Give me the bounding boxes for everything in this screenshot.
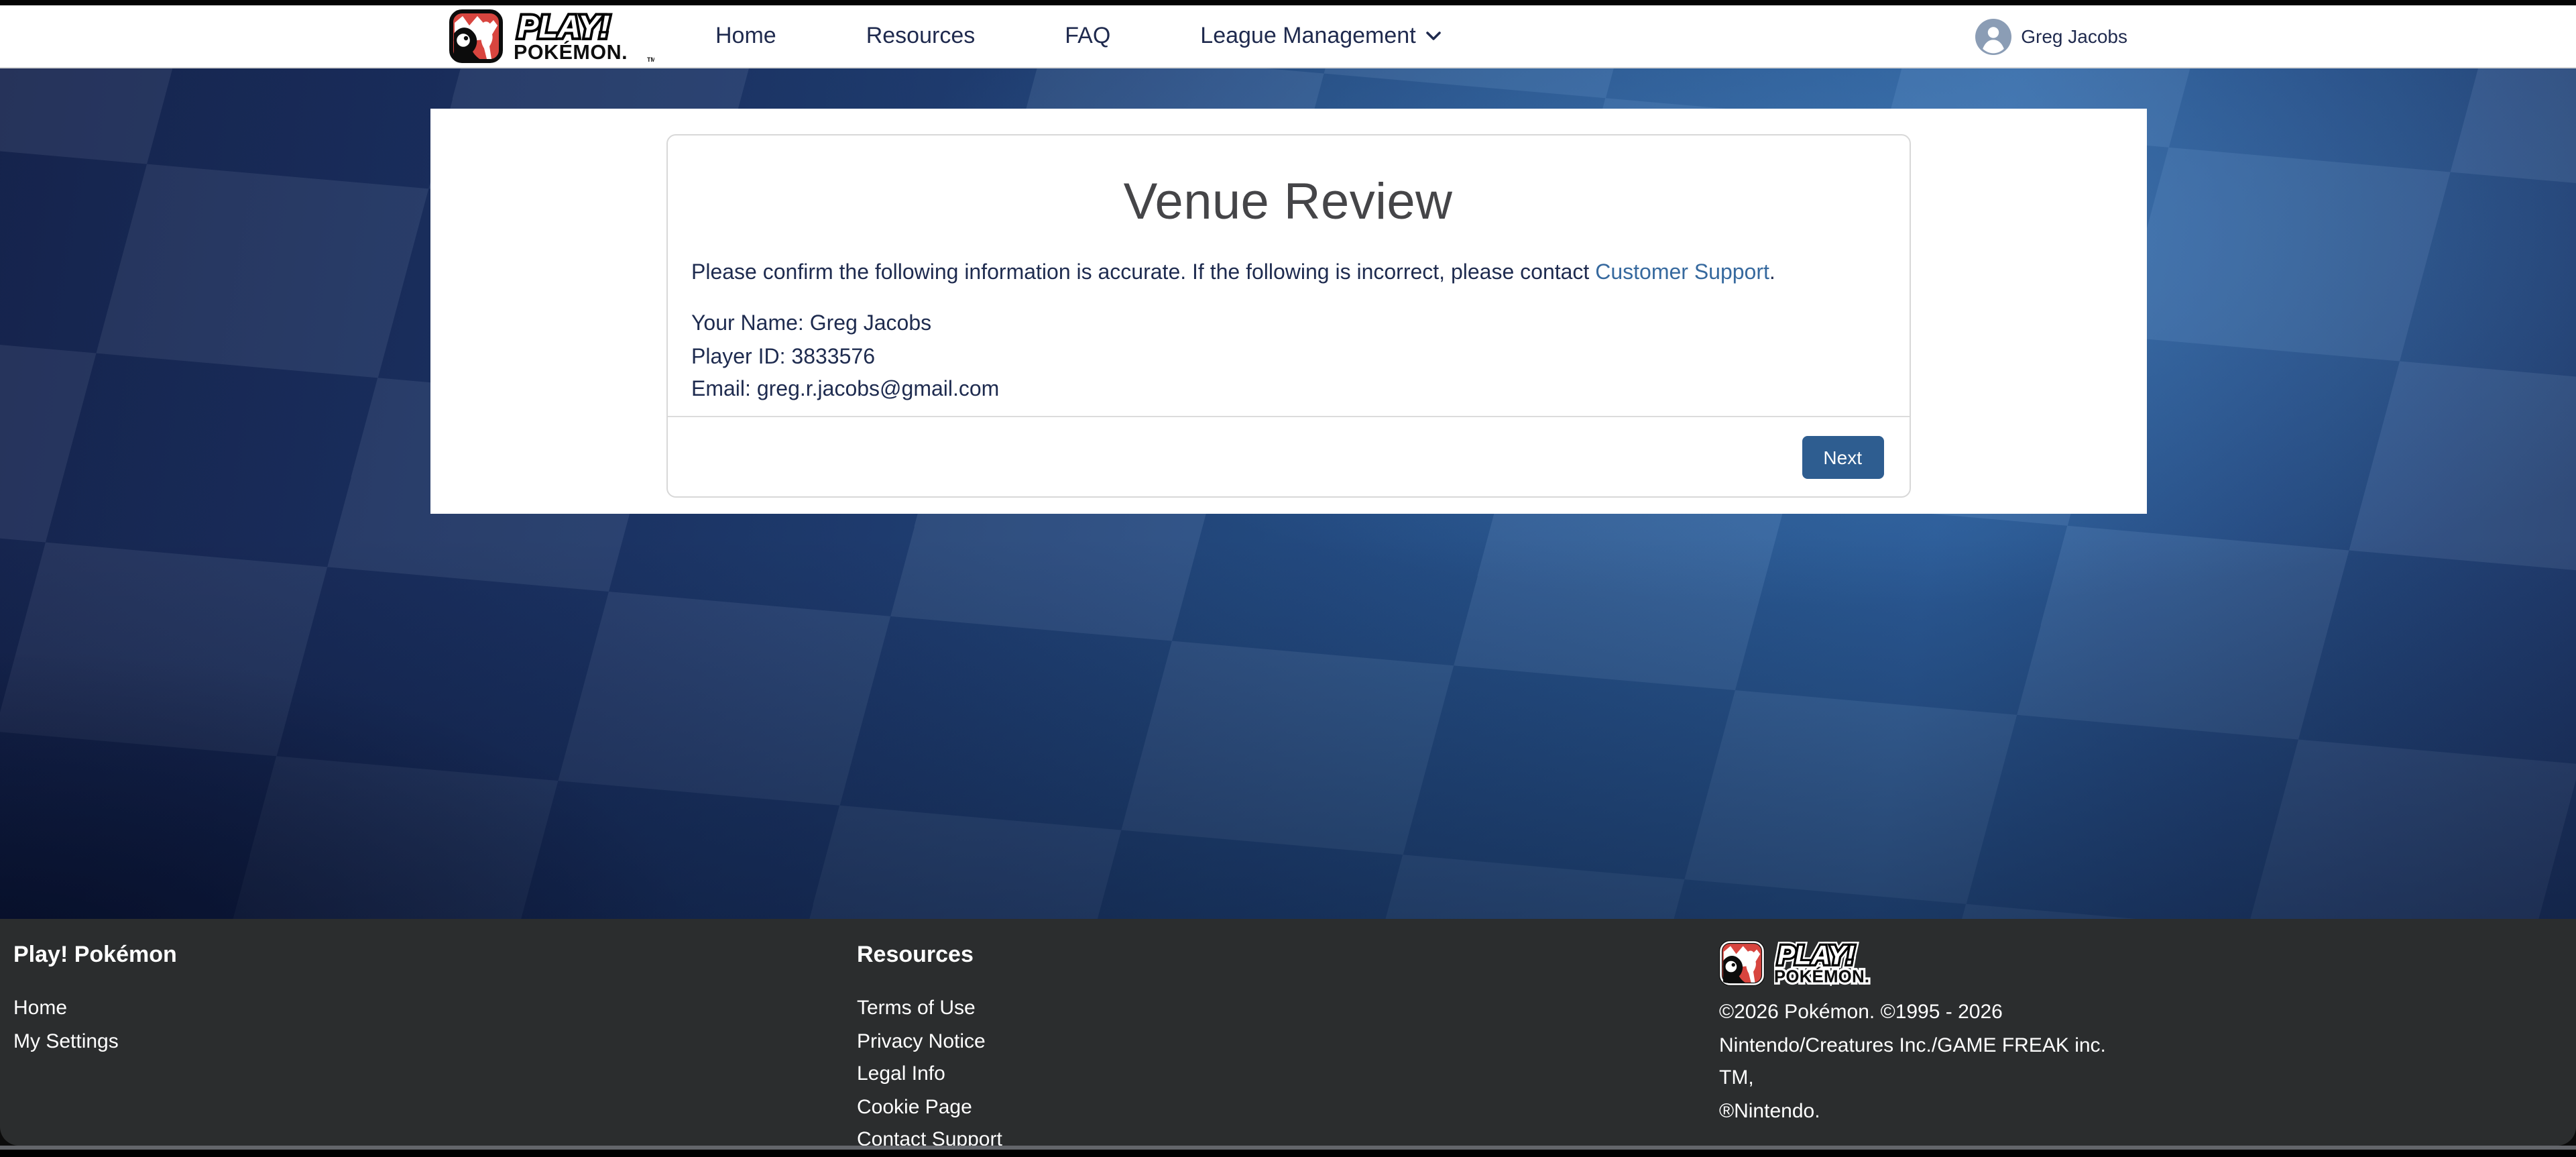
user-avatar-icon [1975, 18, 2011, 54]
intro-text-end: . [1769, 262, 1775, 284]
your-name-label: Your Name: [691, 313, 804, 335]
footer-column-play-pokemon: Play! Pokémon Home My Settings [13, 940, 857, 1146]
nav-item-resources[interactable]: Resources [866, 23, 976, 50]
your-name-line: Your Name: Greg Jacobs [691, 309, 1885, 341]
main-navbar: PLAY! POKÉMON. TM Home Resources FAQ Lea… [0, 5, 2576, 68]
footer-heading-resources: Resources [857, 940, 1700, 970]
nav-item-league-management[interactable]: League Management [1200, 23, 1441, 50]
copyright-line-2: Nintendo/Creatures Inc./GAME FREAK inc. … [1719, 1030, 2121, 1095]
play-pokemon-logo-wordmark: PLAY! POKÉMON. TM [513, 9, 654, 63]
top-black-strip [0, 0, 2576, 5]
footer-logo: PLAY! PLAY! POKÉMON. POKÉMON. [1719, 940, 2563, 986]
confirmation-instructions: Please confirm the following information… [691, 259, 1885, 288]
footer-link-privacy-notice[interactable]: Privacy Notice [857, 1026, 1700, 1058]
footer-link-home[interactable]: Home [13, 993, 857, 1026]
user-name: Greg Jacobs [2021, 25, 2127, 47]
footer-link-my-settings[interactable]: My Settings [13, 1026, 857, 1058]
footer-link-terms-of-use[interactable]: Terms of Use [857, 993, 1700, 1026]
nav-item-home[interactable]: Home [715, 23, 776, 50]
player-id-line: Player ID: 3833576 [691, 341, 1885, 374]
your-name-value: Greg Jacobs [810, 313, 931, 335]
nav-container: PLAY! POKÉMON. TM Home Resources FAQ Lea… [430, 5, 2146, 67]
copyright-line-3: ®Nintendo. [1719, 1095, 2121, 1128]
intro-text: Please confirm the following information… [691, 262, 1595, 284]
player-id-value: 3833576 [791, 345, 875, 368]
footer-logo-pokemon-text: POKÉMON. [1774, 967, 1869, 986]
play-pokemon-logo[interactable]: PLAY! POKÉMON. TM [449, 9, 654, 63]
card-footer: Next [667, 416, 1909, 496]
footer-column-legal: PLAY! PLAY! POKÉMON. POKÉMON. ©2026 Poké… [1700, 940, 2563, 1146]
page: PLAY! POKÉMON. TM Home Resources FAQ Lea… [0, 0, 2576, 1150]
customer-support-link[interactable]: Customer Support [1595, 262, 1769, 284]
content-panel: Venue Review Please confirm the followin… [430, 109, 2146, 514]
primary-nav: Home Resources FAQ League Management [715, 23, 1442, 50]
footer-link-legal-info[interactable]: Legal Info [857, 1058, 1700, 1091]
logo-pokemon-text: POKÉMON. [513, 40, 627, 63]
copyright-text: ©2026 Pokémon. ©1995 - 2026 Nintendo/Cre… [1719, 997, 2121, 1128]
bottom-edge-strip [0, 1146, 2576, 1150]
site-footer: Play! Pokémon Home My Settings Resources… [0, 919, 2576, 1150]
logo-play-text: PLAY! [517, 9, 609, 44]
footer-logo-wordmark: PLAY! PLAY! POKÉMON. POKÉMON. [1774, 940, 1892, 986]
footer-heading-play-pokemon: Play! Pokémon [13, 940, 857, 970]
nav-item-faq[interactable]: FAQ [1065, 23, 1110, 50]
play-pokemon-logo-icon [449, 9, 502, 63]
nav-item-league-management-label: League Management [1200, 23, 1415, 50]
email-line: Email: greg.r.jacobs@gmail.com [691, 374, 1885, 407]
venue-review-card-body: Venue Review Please confirm the followin… [667, 135, 1909, 416]
footer-logo-icon [1719, 940, 1765, 986]
user-menu[interactable]: Greg Jacobs [1975, 18, 2127, 54]
footer-column-resources: Resources Terms of Use Privacy Notice Le… [857, 940, 1700, 1146]
page-title: Venue Review [691, 174, 1885, 232]
next-button[interactable]: Next [1802, 435, 1883, 478]
email-value: greg.r.jacobs@gmail.com [757, 378, 1000, 401]
player-id-label: Player ID: [691, 345, 786, 368]
venue-review-card: Venue Review Please confirm the followin… [666, 134, 1910, 498]
copyright-line-1: ©2026 Pokémon. ©1995 - 2026 [1719, 997, 2121, 1030]
logo-tm-mark: TM [646, 56, 654, 63]
main-background: Venue Review Please confirm the followin… [0, 68, 2576, 919]
footer-link-contact-support[interactable]: Contact Support [857, 1124, 1700, 1157]
footer-content: Play! Pokémon Home My Settings Resources… [0, 919, 2576, 1146]
email-label: Email: [691, 378, 751, 401]
footer-link-cookie-page[interactable]: Cookie Page [857, 1091, 1700, 1124]
footer-logo-play-text: PLAY! [1777, 941, 1855, 971]
chevron-down-icon [1425, 31, 1442, 42]
